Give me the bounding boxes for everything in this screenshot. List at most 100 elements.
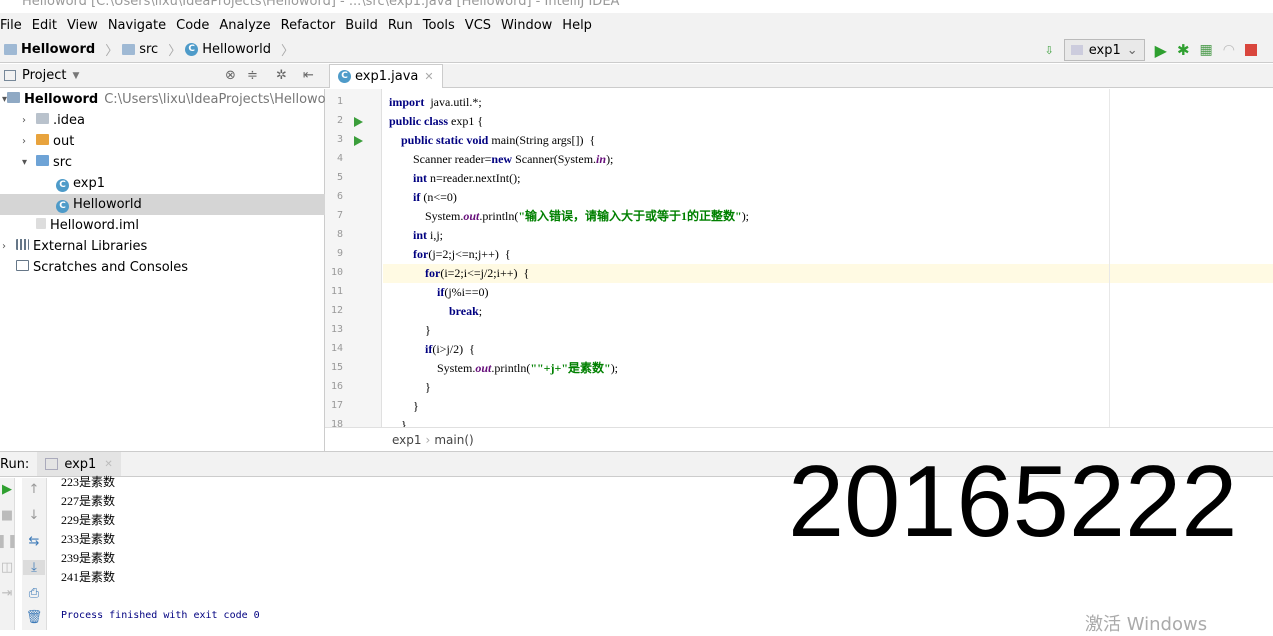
line-number: 16 <box>330 381 343 392</box>
tree-item-external-libraries[interactable]: › External Libraries <box>0 236 325 257</box>
menu-build[interactable]: Build <box>340 18 383 33</box>
breadcrumb-project[interactable]: Helloword <box>4 42 95 57</box>
menu-file[interactable]: File <box>0 18 27 33</box>
hide-icon[interactable]: ⇤ <box>303 68 314 83</box>
collapse-icon[interactable]: ≑ <box>247 68 258 83</box>
editor-crumb-class[interactable]: exp1 <box>392 433 422 447</box>
code-line: System.out.println(""+j+"是素数"); <box>383 359 1273 378</box>
code-token: "输入错误，请输入大于或等于1的正整数" <box>518 209 742 223</box>
tree-item--idea[interactable]: › .idea <box>0 110 325 131</box>
tree-item-label: Helloworld <box>73 197 142 212</box>
menu-code[interactable]: Code <box>171 18 214 33</box>
rerun-icon[interactable]: ▶ <box>0 482 18 497</box>
code-line: for(i=2;i<=j/2;i++) { <box>383 264 1273 283</box>
code-token: (i>j/2) { <box>432 342 475 356</box>
code-line: int n=reader.nextInt(); <box>383 169 1273 188</box>
tree-item-label: src <box>53 155 72 170</box>
tree-item-exp1[interactable]: Cexp1 <box>0 173 325 194</box>
dump-icon[interactable]: ◫ <box>0 560 18 575</box>
profile-icon[interactable]: ◠ <box>1223 42 1235 58</box>
code-line: System.out.println("输入错误，请输入大于或等于1的正整数")… <box>383 207 1273 226</box>
menu-edit[interactable]: Edit <box>27 18 62 33</box>
menu-navigate[interactable]: Navigate <box>103 18 171 33</box>
run-gutter-icon[interactable] <box>354 117 363 127</box>
tree-item-src[interactable]: ▾ src <box>0 152 325 173</box>
menu-tools[interactable]: Tools <box>418 18 460 33</box>
exit-icon[interactable]: ⇥ <box>0 586 18 601</box>
print-icon[interactable]: ⎙ <box>23 586 45 601</box>
coverage-icon[interactable]: ▦ <box>1200 42 1213 58</box>
expand-icon[interactable]: ▾ <box>22 157 36 168</box>
scratch-icon <box>16 260 33 275</box>
line-number: 12 <box>330 305 343 316</box>
close-icon[interactable]: ✕ <box>104 459 112 470</box>
menu-bar: File Edit View Navigate Code Analyze Refactor B… <box>0 13 1273 37</box>
activation-watermark: 激活 Windows <box>1085 614 1208 635</box>
console-line: 223是素数 <box>61 475 116 489</box>
soft-wrap-icon[interactable]: ⇆ <box>23 534 45 549</box>
code-token: i,j; <box>427 228 444 242</box>
scroll-to-end-icon[interactable]: ⤓ <box>23 560 45 575</box>
pause-icon[interactable]: ❚❚ <box>0 534 18 549</box>
expand-icon[interactable]: › <box>22 115 36 126</box>
tree-item-out[interactable]: › out <box>0 131 325 152</box>
code-token: n=reader.nextInt(); <box>427 171 521 185</box>
code-token: break <box>449 304 479 318</box>
editor-crumb-method[interactable]: main() <box>434 433 473 447</box>
up-icon[interactable]: ↑ <box>23 482 45 497</box>
console-line: 227是素数 <box>61 494 116 508</box>
breadcrumb-class[interactable]: C Helloworld <box>185 42 271 57</box>
debug-icon[interactable]: ✱ <box>1177 41 1190 59</box>
console-line: 233是素数 <box>61 532 116 546</box>
code-editor[interactable]: import java.util.*; public class exp1 { p… <box>383 89 1273 427</box>
run-config-select[interactable]: exp1 ⌄ <box>1063 39 1145 61</box>
tree-item-scratches-and-consoles[interactable]: Scratches and Consoles <box>0 257 325 278</box>
menu-refactor[interactable]: Refactor <box>276 18 341 33</box>
tree-item-helloword[interactable]: ▾ Helloword C:\Users\lixu\IdeaProjects\Hel… <box>0 89 339 110</box>
expand-icon[interactable]: › <box>22 136 36 147</box>
code-token: int <box>413 171 428 185</box>
code-token: ""+j+"是素数" <box>530 361 611 375</box>
menu-analyze[interactable]: Analyze <box>214 18 275 33</box>
menu-run[interactable]: Run <box>383 18 418 33</box>
breadcrumb-src[interactable]: src <box>122 42 158 57</box>
down-icon[interactable]: ↓ <box>23 508 45 523</box>
expand-icon[interactable]: › <box>2 241 16 252</box>
project-view-select[interactable]: Project <box>22 68 66 83</box>
run-icon[interactable]: ▶ <box>1155 41 1167 60</box>
line-number: 13 <box>330 324 343 335</box>
menu-view[interactable]: View <box>62 18 103 33</box>
folder-orange-icon <box>36 134 53 149</box>
folder-icon <box>36 113 53 128</box>
menu-help[interactable]: Help <box>557 18 597 33</box>
stop-icon[interactable]: ■ <box>0 508 18 523</box>
code-token: ; <box>478 304 483 318</box>
trash-icon[interactable]: 🗑 <box>23 610 45 625</box>
code-token: ); <box>741 209 750 223</box>
line-number: 9 <box>336 248 343 259</box>
code-line: break; <box>383 302 1273 321</box>
console-toolbar: ↑ ↓ ⇆ ⤓ ⎙ 🗑 <box>22 478 47 630</box>
tree-item-helloworld[interactable]: C Helloworld <box>0 194 325 215</box>
gear-icon[interactable]: ✲ <box>276 68 287 83</box>
code-line: Scanner reader=new Scanner(System.in); <box>383 150 1273 169</box>
run-gutter-icon[interactable] <box>354 136 363 146</box>
stop-icon[interactable] <box>1245 44 1257 56</box>
menu-window[interactable]: Window <box>496 18 557 33</box>
code-token: public class <box>389 114 449 128</box>
locate-icon[interactable]: ⊗ <box>225 68 236 83</box>
code-token: } <box>389 380 431 394</box>
close-icon[interactable]: ✕ <box>424 70 433 83</box>
build-icon[interactable]: ⇩ <box>1045 44 1054 57</box>
code-line: import java.util.*; <box>383 93 1273 112</box>
tab-exp1-java[interactable]: Cexp1.java ✕ <box>329 64 443 88</box>
tree-item-helloword-iml[interactable]: Helloword.iml <box>0 215 325 236</box>
line-number: 10 <box>330 267 343 278</box>
code-line: } <box>383 416 1273 427</box>
menu-vcs[interactable]: VCS <box>460 18 496 33</box>
